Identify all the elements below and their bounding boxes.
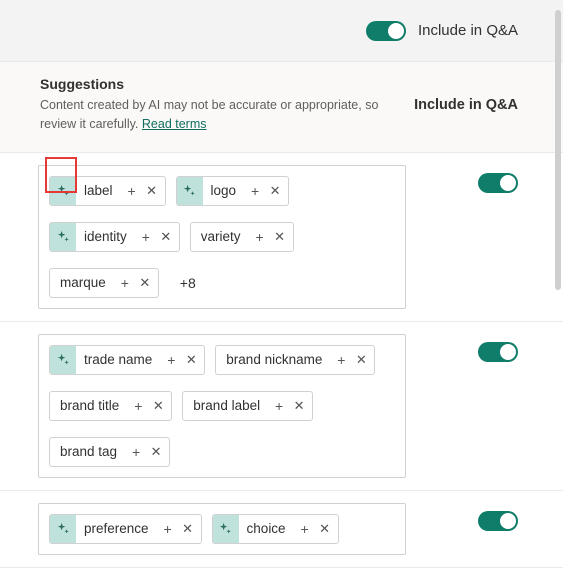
scrollbar[interactable] [555,10,561,290]
synonym-chip[interactable]: brand label+✕ [182,391,313,421]
chip-add-button[interactable]: + [294,515,316,543]
chip-remove-button[interactable]: ✕ [266,177,288,205]
chip-add-button[interactable]: + [330,346,352,374]
chip-label: label [76,183,121,198]
sparkle-icon [177,177,203,205]
chip-remove-button[interactable]: ✕ [157,223,179,251]
synonym-chip[interactable]: choice+✕ [212,514,339,544]
chip-container: preference+✕choice+✕ [38,503,406,555]
chip-add-button[interactable]: + [268,392,290,420]
suggestion-group: preference+✕choice+✕ [0,491,563,568]
chip-remove-button[interactable]: ✕ [179,515,201,543]
chip-label: brand tag [50,444,125,459]
include-qna-toggle-label: Include in Q&A [418,22,518,39]
chip-label: brand title [50,398,127,413]
chip-remove-button[interactable]: ✕ [352,346,374,374]
chip-add-button[interactable]: + [160,346,182,374]
chip-label: brand nickname [216,352,330,367]
synonym-chip[interactable]: brand nickname+✕ [215,345,375,375]
chip-add-button[interactable]: + [121,177,143,205]
chip-remove-button[interactable]: ✕ [149,392,171,420]
suggestions-header: Suggestions Content created by AI may no… [0,62,563,153]
chip-container: label+✕logo+✕identity+✕variety+✕marque+✕… [38,165,406,309]
top-bar: Include in Q&A [0,0,563,62]
chip-label: logo [203,183,245,198]
synonym-chip[interactable]: preference+✕ [49,514,202,544]
include-qna-toggle-row[interactable] [478,173,518,193]
suggestions-title: Suggestions [40,76,380,92]
synonym-chip[interactable]: marque+✕ [49,268,159,298]
chip-container: trade name+✕brand nickname+✕brand title+… [38,334,406,478]
chip-remove-button[interactable]: ✕ [136,269,158,297]
chip-label: variety [191,229,249,244]
include-qna-toggle-row[interactable] [478,511,518,531]
synonym-chip[interactable]: label+✕ [49,176,166,206]
chip-label: identity [76,229,135,244]
sparkle-icon [50,346,76,374]
chip-remove-button[interactable]: ✕ [316,515,338,543]
suggestions-description: Content created by AI may not be accurat… [40,96,380,134]
chip-label: brand label [183,398,268,413]
sparkle-icon [213,515,239,543]
chip-remove-button[interactable]: ✕ [271,223,293,251]
read-terms-link[interactable]: Read terms [142,117,207,131]
synonym-chip[interactable]: identity+✕ [49,222,180,252]
sparkle-icon [50,515,76,543]
chip-add-button[interactable]: + [114,269,136,297]
chip-add-button[interactable]: + [244,177,266,205]
chip-remove-button[interactable]: ✕ [143,177,165,205]
include-qna-toggle-global[interactable] [366,21,406,41]
synonym-chip[interactable]: trade name+✕ [49,345,205,375]
synonym-chip[interactable]: brand title+✕ [49,391,172,421]
include-qna-column-header: Include in Q&A [414,97,518,113]
chip-add-button[interactable]: + [249,223,271,251]
sparkle-icon [50,177,76,205]
chip-remove-button[interactable]: ✕ [182,346,204,374]
suggestion-group: trade name+✕brand nickname+✕brand title+… [0,322,563,491]
chip-label: trade name [76,352,160,367]
chip-label: preference [76,521,157,536]
synonym-chip[interactable]: variety+✕ [190,222,294,252]
synonym-chip[interactable]: logo+✕ [176,176,290,206]
overflow-chip[interactable]: +8 [169,268,207,298]
chip-label: choice [239,521,294,536]
synonym-chip[interactable]: brand tag+✕ [49,437,170,467]
chip-add-button[interactable]: + [135,223,157,251]
suggestion-group: label+✕logo+✕identity+✕variety+✕marque+✕… [0,153,563,322]
chip-add-button[interactable]: + [157,515,179,543]
include-qna-toggle-row[interactable] [478,342,518,362]
chip-add-button[interactable]: + [127,392,149,420]
chip-label: marque [50,275,114,290]
sparkle-icon [50,223,76,251]
chip-remove-button[interactable]: ✕ [147,438,169,466]
chip-add-button[interactable]: + [125,438,147,466]
chip-remove-button[interactable]: ✕ [290,392,312,420]
